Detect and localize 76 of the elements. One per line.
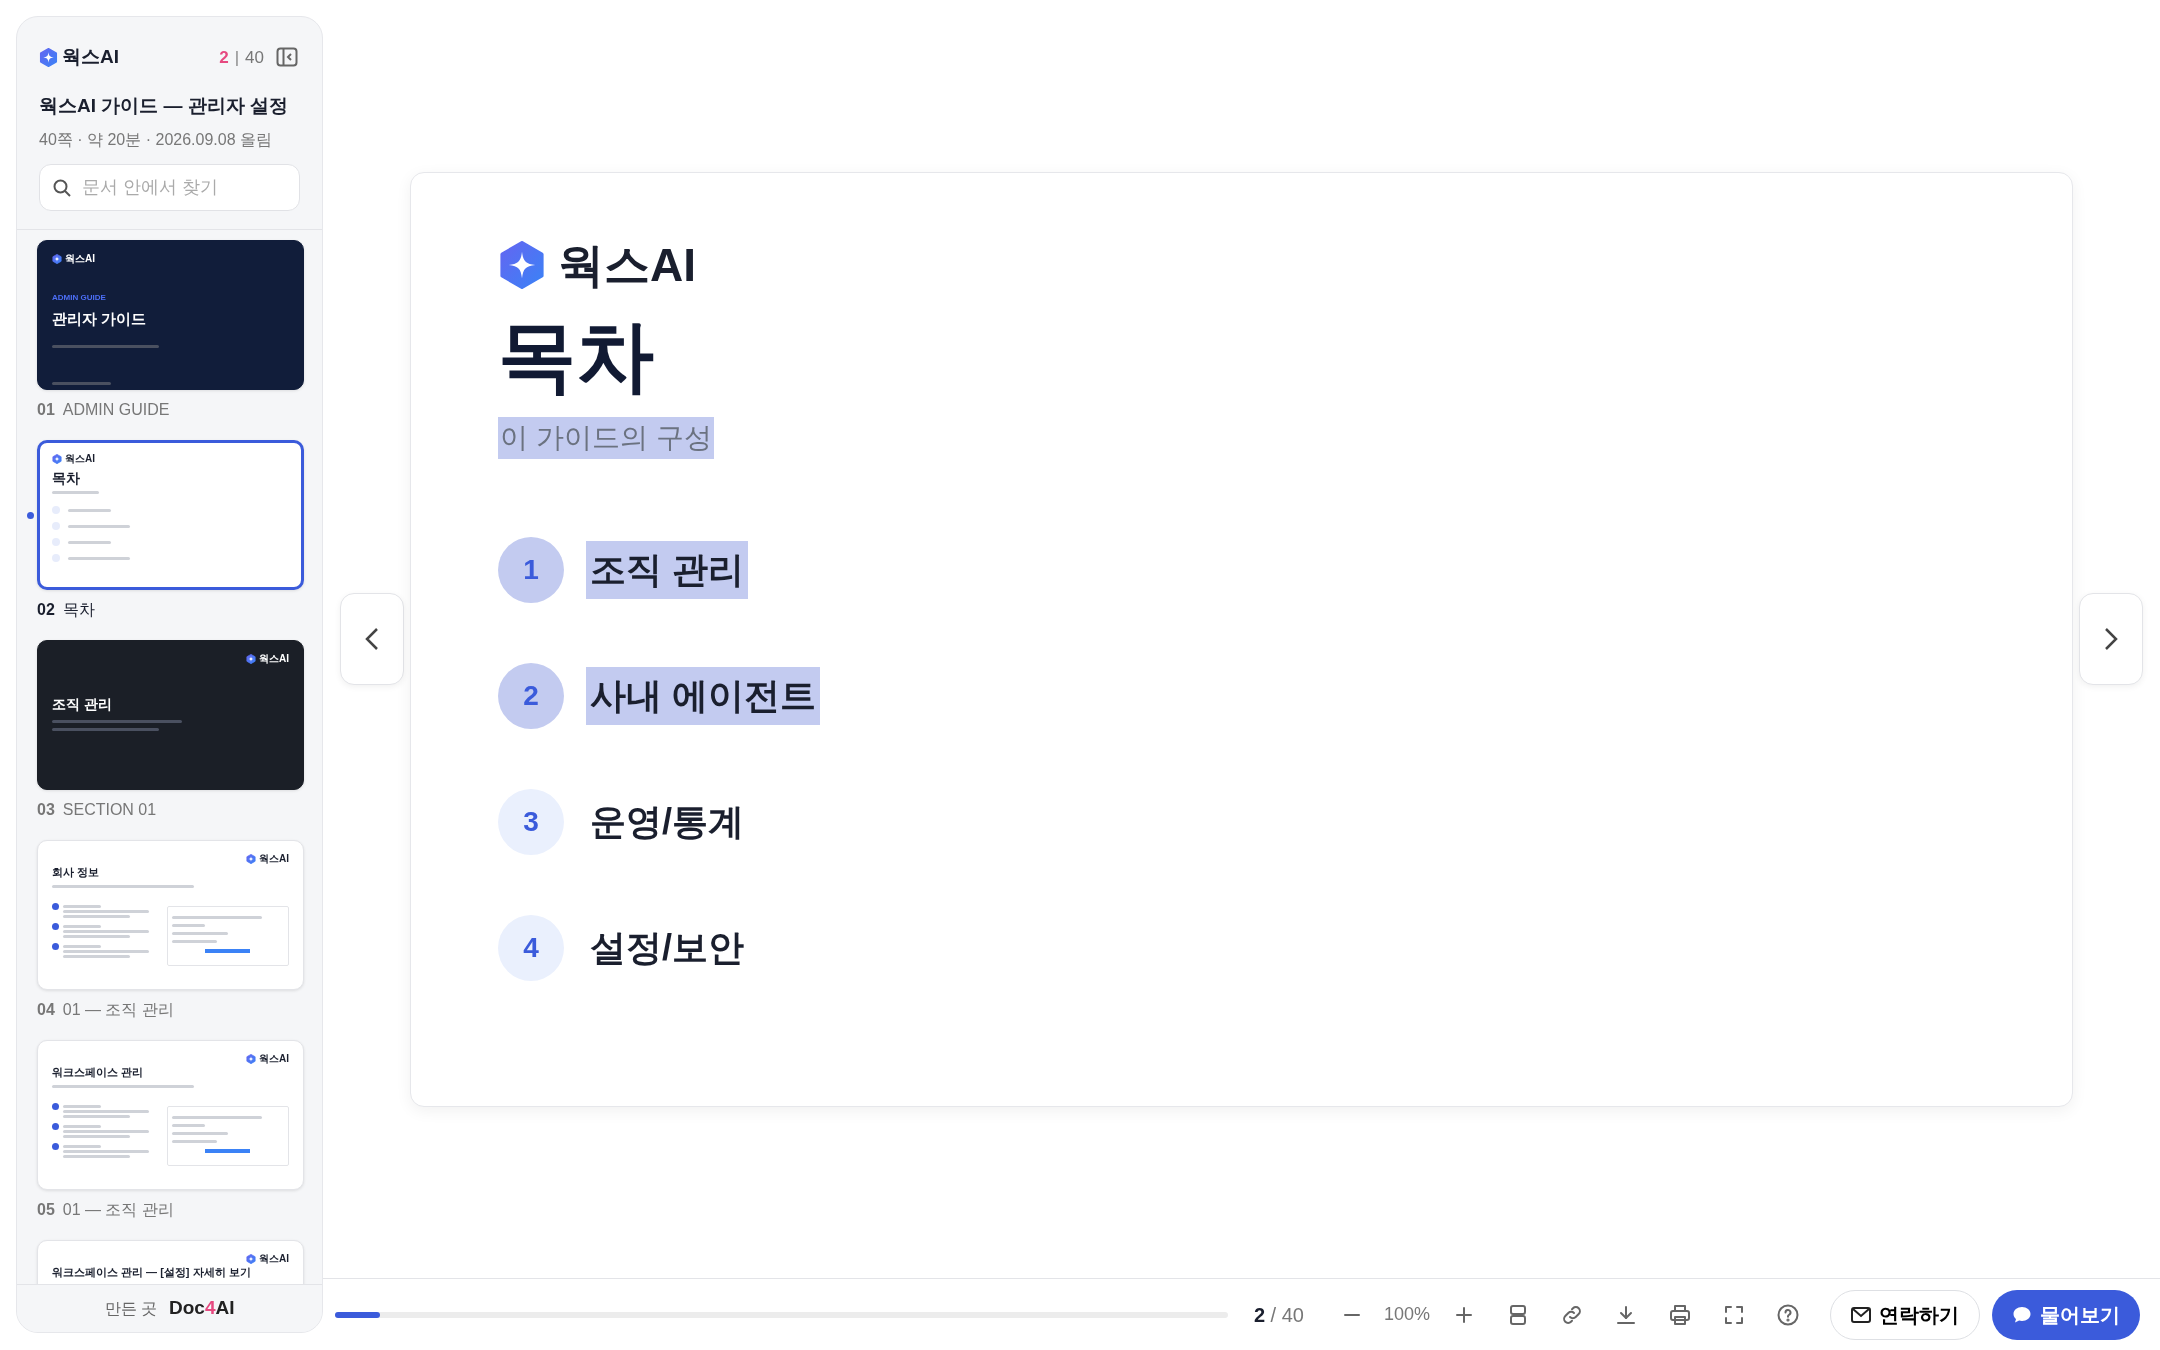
logo-icon (246, 653, 256, 664)
section-title: 조직 관리 (586, 541, 748, 600)
bullet-dot (52, 1122, 59, 1130)
logo-text: 웍스AI (62, 45, 119, 69)
page-label: 05 01 — 조직 관리 (37, 1200, 175, 1220)
slide-title: 목차 (498, 313, 655, 400)
zoom-level: 100% (1383, 1303, 1430, 1326)
text-line (52, 381, 112, 385)
page-label: 04 01 — 조직 관리 (37, 1000, 175, 1020)
thumbnail-logo-text: 웍스AI (259, 1252, 289, 1266)
page-thumbnail[interactable]: 웍스AI 회사 정보 (37, 840, 304, 990)
made-by-label: 만든 곳 (104, 1298, 157, 1319)
bullet-dot (52, 1142, 59, 1150)
number-circle (52, 554, 60, 562)
mail-icon (1851, 1306, 1871, 1323)
thumbnail-eyebrow: ADMIN GUIDE (52, 292, 107, 304)
thumbnail-logo-text: 웍스AI (65, 252, 95, 266)
number-circle: 1 (498, 537, 564, 604)
page-indicator: 2 / 40 (1253, 1302, 1304, 1328)
chat-bubble-icon (2012, 1304, 2032, 1325)
page-counter: 2 | 40 (219, 46, 264, 69)
slide-logo-text: 웍스AI (558, 237, 696, 293)
page-thumbnail[interactable]: 웍스AI 조직 관리 (37, 640, 304, 790)
logo-icon (39, 47, 58, 67)
chevron-right-icon (2104, 627, 2118, 651)
bullet-dot (52, 942, 59, 950)
thumbnail-logo-text: 웍스AI (259, 1052, 289, 1066)
logo-icon (498, 241, 546, 289)
logo-icon (246, 853, 256, 864)
brand-logo[interactable]: Doc4AI (169, 1294, 235, 1323)
search-icon (53, 179, 71, 197)
page-label: 02 목차 (37, 600, 96, 620)
thumbnail-title: 관리자 가이드 (52, 309, 148, 329)
number-circle (52, 538, 60, 546)
number-circle: 3 (498, 789, 564, 856)
page-thumbnail[interactable]: 웍스AI 워크스페이스 관리 — [설정] 자세히 보기 (37, 1240, 304, 1284)
bullet-dot (52, 902, 59, 910)
number-circle (52, 522, 60, 530)
current-page-dot (27, 512, 34, 519)
contact-button[interactable]: 연락하기 (1830, 1289, 1980, 1340)
number-circle: 4 (498, 915, 564, 982)
section-title: 운영/통계 (589, 800, 745, 845)
text-line (68, 508, 111, 512)
number-circle: 2 (498, 663, 564, 730)
logo-icon (246, 1253, 256, 1264)
thumbnail-title: 조직 관리 (52, 695, 113, 714)
section-title: 사내 에이전트 (586, 667, 820, 726)
document-title: 웍스AI 가이드 — 관리자 설정 (39, 93, 290, 118)
logo-icon (246, 1053, 256, 1064)
text-line (68, 540, 111, 544)
thumbnail-logo-text: 웍스AI (65, 452, 95, 466)
slide-subtitle: 이 가이드의 구성 (498, 417, 714, 460)
thumbnail-title: 워크스페이스 관리 (52, 1065, 145, 1080)
page-thumbnail[interactable]: 웍스AI 목차 (37, 440, 304, 590)
text-line (52, 491, 100, 494)
thumbnail-title: 회사 정보 (52, 865, 101, 880)
bullet-dot (52, 922, 59, 930)
thumbnail-logo-text: 웍스AI (259, 652, 289, 666)
section-title: 설정/보안 (589, 926, 745, 971)
bullet-dot (52, 1102, 59, 1110)
logo-icon (52, 453, 62, 464)
search-field[interactable]: 문서 안에서 찾기 (39, 164, 300, 211)
ask-button[interactable]: 물어보기 (1992, 1289, 2140, 1340)
thumbnail-logo-text: 웍스AI (259, 852, 289, 866)
logo-icon (52, 253, 62, 264)
chevron-left-icon (365, 627, 379, 651)
number-circle (52, 506, 60, 514)
thumbnail-title: 목차 (52, 469, 81, 488)
text-line (68, 524, 130, 528)
page-thumbnail[interactable]: 웍스AI ADMIN GUIDE 관리자 가이드 (37, 240, 304, 390)
page-label: 03 SECTION 01 (37, 800, 158, 820)
thumbnail-title: 워크스페이스 관리 — [설정] 자세히 보기 (52, 1265, 252, 1280)
page-label: 01 ADMIN GUIDE (37, 400, 171, 420)
document-meta: 40쪽 · 약 20분 · 2026.09.08 올림 (39, 130, 273, 150)
page-thumbnail[interactable]: 웍스AI 워크스페이스 관리 (37, 1040, 304, 1190)
text-line (68, 556, 130, 560)
